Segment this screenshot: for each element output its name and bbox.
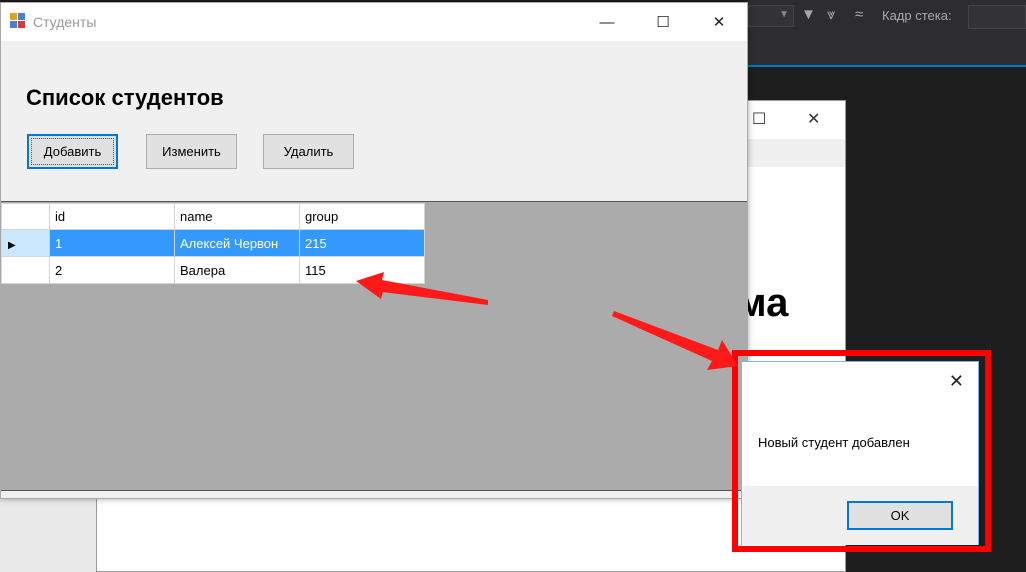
filter-icon[interactable]: ▼ [801, 6, 816, 24]
minimize-icon: — [599, 13, 615, 31]
column-header-name[interactable]: name [174, 203, 300, 230]
cell-group[interactable]: 215 [299, 229, 425, 257]
ide-bottom-strip [0, 498, 96, 572]
stack-frame-dropdown[interactable] [968, 5, 1026, 29]
table-row[interactable]: 2 Валера 115 [1, 256, 425, 284]
cell-group[interactable]: 115 [299, 256, 425, 284]
add-button[interactable]: Добавить [27, 134, 118, 169]
close-button[interactable]: ✕ [691, 3, 747, 41]
minimize-button[interactable]: — [579, 3, 635, 41]
cell-id[interactable]: 1 [49, 229, 175, 257]
titlebar: Студенты — ☐ ✕ [1, 3, 747, 41]
table-header-row: id name group [1, 203, 425, 230]
toggle-icon[interactable]: ≈ [855, 6, 863, 24]
column-header-group[interactable]: group [299, 203, 425, 230]
students-window: Студенты — ☐ ✕ Список студентов Добавить… [0, 2, 748, 499]
students-grid[interactable]: id name group ▶ 1 Алексей Червон 215 2 В… [1, 201, 747, 491]
message-footer: OK [742, 486, 978, 545]
close-icon: ✕ [712, 14, 726, 31]
row-header[interactable]: ▶ [1, 229, 50, 257]
chevron-down-icon: ▼ [779, 9, 789, 20]
cell-name[interactable]: Валера [174, 256, 300, 284]
close-icon[interactable]: ✕ [807, 109, 820, 129]
maximize-icon[interactable]: ☐ [752, 109, 766, 129]
close-icon[interactable]: ✕ [949, 371, 964, 392]
edit-button[interactable]: Изменить [146, 134, 237, 169]
window-title: Студенты [33, 14, 97, 30]
cell-id[interactable]: 2 [49, 256, 175, 284]
ok-button[interactable]: OK [847, 501, 953, 530]
ide-dropdown[interactable]: ▼ [748, 5, 794, 27]
delete-button[interactable]: Удалить [263, 134, 354, 169]
row-header-corner[interactable] [1, 203, 50, 230]
app-icon [10, 13, 27, 30]
filter-clear-icon[interactable]: ⩔ [827, 6, 835, 24]
stack-frame-label: Кадр стека: [882, 8, 952, 23]
ide-tab-band [748, 34, 1026, 66]
column-header-id[interactable]: id [49, 203, 175, 230]
maximize-icon: ☐ [656, 14, 670, 31]
message-text: Новый студент добавлен [758, 435, 910, 450]
maximize-button[interactable]: ☐ [635, 3, 691, 41]
page-title: Список студентов [26, 85, 224, 110]
students-table: id name group ▶ 1 Алексей Червон 215 2 В… [1, 203, 425, 284]
cell-name[interactable]: Алексей Червон [174, 229, 300, 257]
table-row[interactable]: ▶ 1 Алексей Червон 215 [1, 229, 425, 257]
row-header[interactable] [1, 256, 50, 284]
current-row-icon: ▶ [8, 239, 16, 251]
message-box: ✕ Новый студент добавлен OK [741, 361, 979, 545]
